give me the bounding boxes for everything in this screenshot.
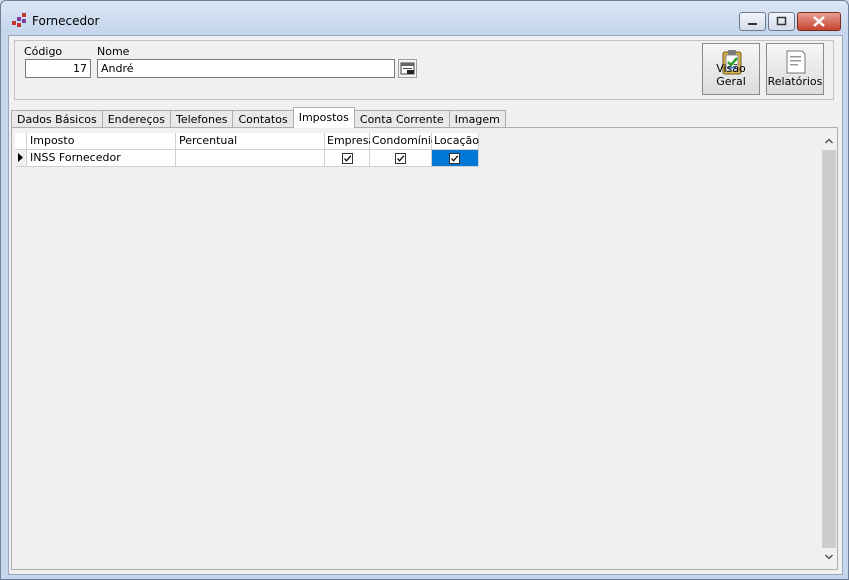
- scroll-down-icon[interactable]: [821, 549, 837, 565]
- lookup-button[interactable]: [398, 59, 417, 78]
- tab-contatos[interactable]: Contatos: [232, 110, 294, 128]
- locacao-checkbox[interactable]: [449, 153, 460, 164]
- nome-label: Nome: [97, 45, 130, 58]
- tab-conta-corrente[interactable]: Conta Corrente: [353, 110, 450, 128]
- relatorios-button[interactable]: Relatórios: [766, 43, 824, 95]
- minimize-button[interactable]: [739, 12, 766, 31]
- tab-strip: Dados Básicos Endereços Telefones Contat…: [11, 106, 506, 128]
- close-button[interactable]: [797, 12, 841, 31]
- window-title: Fornecedor: [32, 14, 100, 28]
- vertical-scrollbar[interactable]: [821, 133, 837, 565]
- report-icon: [786, 50, 806, 74]
- lookup-icon: [400, 62, 415, 75]
- app-icon: [11, 12, 27, 28]
- codigo-field[interactable]: 17: [25, 59, 91, 78]
- cell-condominio[interactable]: [370, 150, 432, 167]
- visao-geral-button[interactable]: Visão Geral: [702, 43, 760, 95]
- tab-enderecos[interactable]: Endereços: [101, 110, 171, 128]
- tab-telefones[interactable]: Telefones: [169, 110, 234, 128]
- scrollbar-thumb[interactable]: [822, 150, 836, 548]
- scroll-up-icon[interactable]: [821, 133, 837, 149]
- cell-empresa[interactable]: [325, 150, 370, 167]
- title-bar: Fornecedor: [1, 1, 848, 35]
- col-empresa-header[interactable]: Empresa: [325, 133, 375, 150]
- client-area: Código 17 Nome André Visão Geral Relatór…: [8, 35, 843, 575]
- col-condominio-header[interactable]: Condomínio: [370, 133, 438, 150]
- cell-imposto[interactable]: INSS Fornecedor: [27, 150, 176, 167]
- relatorios-label: Relatórios: [767, 75, 823, 88]
- condominio-checkbox[interactable]: [395, 153, 406, 164]
- visao-geral-label: Visão Geral: [716, 62, 746, 88]
- col-percentual-header[interactable]: Percentual: [176, 133, 325, 150]
- row-indicator: [15, 150, 27, 167]
- impostos-grid[interactable]: Imposto Percentual Empresa Condomínio Lo…: [15, 133, 821, 565]
- impostos-tab-page: Imposto Percentual Empresa Condomínio Lo…: [11, 127, 838, 570]
- tab-imagem[interactable]: Imagem: [448, 110, 506, 128]
- tab-impostos[interactable]: Impostos: [292, 107, 355, 128]
- nome-field[interactable]: André: [97, 59, 395, 78]
- header-panel: Código 17 Nome André Visão Geral Relatór…: [14, 40, 834, 100]
- codigo-label: Código: [24, 45, 63, 58]
- main-window: Fornecedor Código 17 Nome André Visão Ge…: [0, 0, 849, 580]
- current-row-arrow-icon: [18, 153, 23, 162]
- cell-percentual[interactable]: [176, 150, 325, 167]
- cell-locacao[interactable]: [432, 150, 479, 167]
- tab-dados-basicos[interactable]: Dados Básicos: [11, 110, 103, 128]
- grid-corner: [15, 133, 27, 150]
- empresa-checkbox[interactable]: [342, 153, 353, 164]
- maximize-button[interactable]: [768, 12, 795, 31]
- col-imposto-header[interactable]: Imposto: [27, 133, 176, 150]
- col-locacao-header[interactable]: Locação: [432, 133, 479, 150]
